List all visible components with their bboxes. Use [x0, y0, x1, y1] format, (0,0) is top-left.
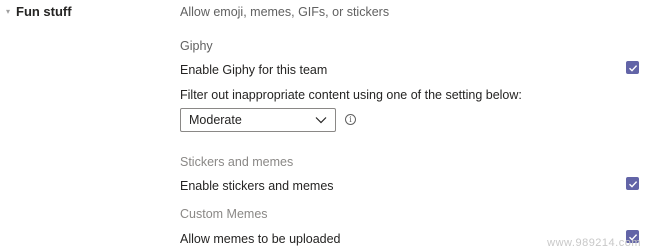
section-description: Allow emoji, memes, GIFs, or stickers — [180, 5, 390, 19]
chevron-down-icon[interactable]: ▾ — [6, 7, 16, 16]
info-icon[interactable]: i — [345, 114, 356, 125]
section-title: Fun stuff — [16, 4, 72, 19]
stickers-heading: Stickers and memes — [180, 155, 294, 169]
dropdown-selected-value: Moderate — [189, 113, 242, 127]
allow-memes-label: Allow memes to be uploaded — [180, 232, 341, 246]
enable-giphy-label: Enable Giphy for this team — [180, 63, 328, 77]
enable-stickers-label: Enable stickers and memes — [180, 179, 334, 193]
section-header[interactable]: ▾ Fun stuff — [6, 4, 72, 19]
checkmark-icon — [628, 180, 637, 188]
checkmark-icon — [628, 64, 637, 72]
enable-giphy-checkbox[interactable] — [626, 61, 639, 74]
watermark: www.989214.com — [547, 237, 641, 249]
custom-memes-heading: Custom Memes — [180, 207, 268, 221]
chevron-down-icon — [315, 117, 327, 124]
giphy-heading: Giphy — [180, 39, 213, 53]
filter-label: Filter out inappropriate content using o… — [180, 88, 522, 102]
content-filter-dropdown[interactable]: Moderate — [180, 108, 336, 132]
enable-stickers-checkbox[interactable] — [626, 177, 639, 190]
